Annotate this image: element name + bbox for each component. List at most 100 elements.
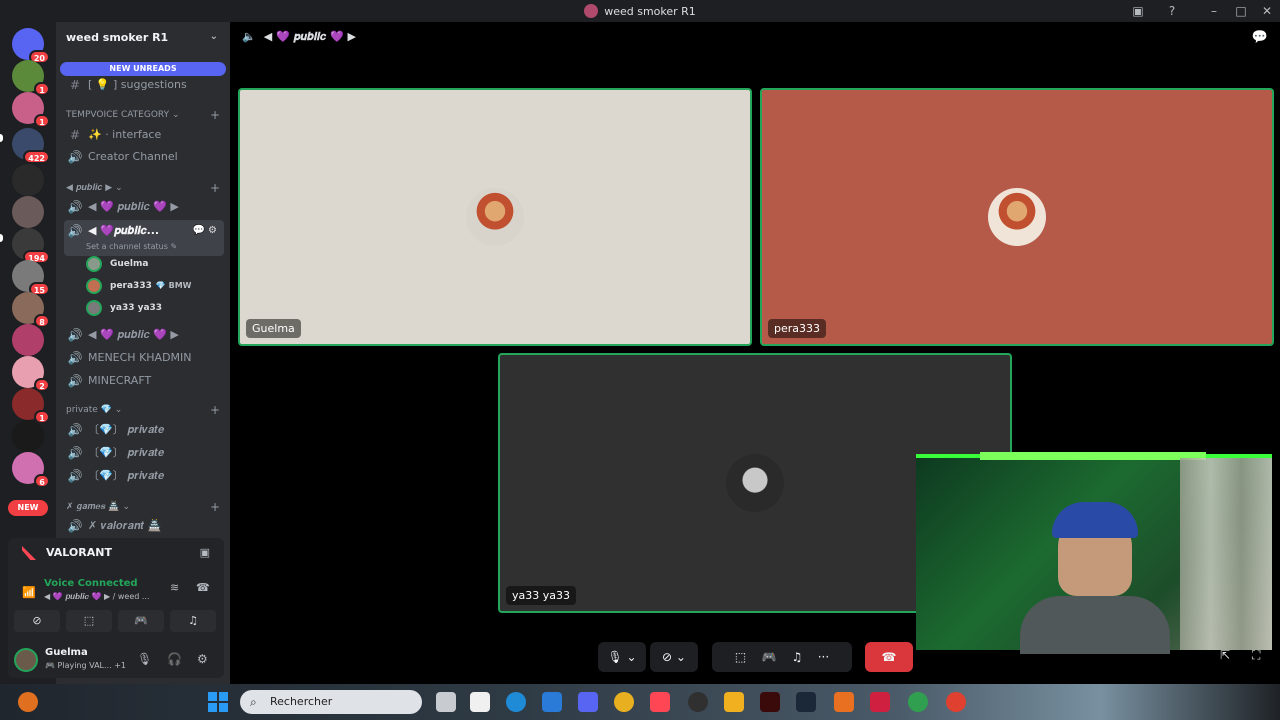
new-badge[interactable]: NEW — [8, 500, 48, 516]
category-public[interactable]: ◀ 𝒑𝒖𝒃𝒍𝒊𝒄 ▶ ⌄ + — [66, 180, 222, 196]
voice-channel-private[interactable]: 🔊 〔💎〕 𝒑𝒓𝒊𝒗𝒂𝒕𝒆 — [64, 465, 224, 487]
discord-icon[interactable] — [578, 692, 598, 712]
chrome-icon[interactable] — [908, 692, 928, 712]
channel-tools[interactable]: 💬⚙ — [193, 220, 220, 242]
voice-channel-active[interactable]: 🔊 ◀ 💜𝒑𝒖𝒃𝒍𝒊𝒄... Set a channel status ✎ 💬⚙ — [64, 220, 224, 256]
add-channel-icon[interactable]: + — [210, 499, 220, 515]
start-icon[interactable] — [208, 692, 228, 712]
soundboard-button[interactable]: ♫ — [170, 610, 216, 632]
screen-share-button[interactable]: ⬚ — [66, 610, 112, 632]
steam-icon[interactable] — [796, 692, 816, 712]
category-games[interactable]: ✗ 𝒈𝒂𝒎𝒆𝒔 🏯 ⌄ + — [66, 499, 222, 515]
channel-label: ✗ 𝒗𝒂𝒍𝒐𝒓𝒂𝒏𝒕 🏯 — [88, 519, 162, 532]
folder-icon[interactable] — [724, 692, 744, 712]
close-icon[interactable]: ✕ — [1259, 3, 1275, 19]
popout-icon[interactable]: ⇱ — [1220, 648, 1230, 662]
screen-share-icon[interactable]: ⬚ — [735, 650, 746, 664]
activity-panel[interactable]: VALORANT ▣ — [8, 538, 224, 568]
channel-suggestions[interactable]: # [ 💡 ] suggestions — [64, 74, 224, 96]
app-icon[interactable] — [834, 692, 854, 712]
server-icon[interactable]: 1 — [12, 60, 50, 96]
channel-creator[interactable]: 🔊 Creator Channel — [64, 146, 224, 168]
voice-channel-private[interactable]: 🔊 〔💎〕 𝒑𝒓𝒊𝒗𝒂𝒕𝒆 — [64, 442, 224, 464]
participant-tile-pera333[interactable]: pera333 — [760, 88, 1274, 346]
server-icon[interactable]: 8 — [12, 292, 50, 328]
signal-icon[interactable]: 📶 — [22, 586, 36, 599]
server-icon[interactable]: 194 — [12, 228, 50, 264]
server-icon[interactable]: 422 — [12, 128, 50, 164]
guild-header[interactable]: weed smoker R1 ⌄ — [56, 22, 230, 54]
weather-icon[interactable] — [18, 692, 38, 712]
fullscreen-icon[interactable]: ⛶ — [1252, 648, 1260, 663]
server-icon[interactable]: 6 — [12, 452, 50, 488]
category-private[interactable]: private 💎 ⌄ + — [66, 402, 222, 418]
voice-channel[interactable]: 🔊 MENECH KHADMIN — [64, 347, 224, 369]
mic-icon[interactable]: 🎙 — [137, 652, 152, 666]
avatar — [726, 454, 784, 512]
server-icon[interactable]: 1 — [12, 92, 50, 128]
member-name: Guelma — [110, 259, 149, 269]
camera-button[interactable]: ⊘ ⌄ — [650, 642, 698, 672]
voice-channel-valorant[interactable]: 🔊 ✗ 𝒗𝒂𝒍𝒐𝒓𝒂𝒏𝒕 🏯 — [64, 515, 224, 537]
voice-channel[interactable]: 🔊 ◀ 💜 𝒑𝒖𝒃𝒍𝒊𝒄 💜 ▶ — [64, 324, 224, 346]
edge-icon[interactable] — [506, 692, 526, 712]
chrome-icon[interactable] — [946, 692, 966, 712]
camera-off-button[interactable]: ⊘ — [14, 610, 60, 632]
server-icon[interactable] — [12, 164, 44, 196]
mute-button[interactable]: 🎙 ⌄ — [598, 642, 646, 672]
add-channel-icon[interactable]: + — [210, 180, 220, 196]
noise-suppression-icon[interactable]: ≋ — [170, 581, 179, 594]
server-icon[interactable]: 1 — [12, 388, 50, 424]
voice-channel-public[interactable]: 🔊 ◀ 💜 𝒑𝒖𝒃𝒍𝒊𝒄 💜 ▶ — [64, 196, 224, 218]
speaker-icon: 🔊 — [67, 423, 83, 437]
server-icon[interactable] — [12, 420, 44, 452]
app-icon[interactable] — [870, 692, 890, 712]
voice-channel[interactable]: 🔊 MINECRAFT — [64, 370, 224, 392]
task-view-icon[interactable] — [436, 692, 456, 712]
category-tempvoice[interactable]: TEMPVOICE CATEGORY ⌄ + — [66, 107, 222, 123]
leave-call-button[interactable]: ☎ — [865, 642, 913, 672]
activity-icon[interactable]: 🎮 — [761, 650, 776, 664]
store-icon[interactable] — [542, 692, 562, 712]
user-name[interactable]: Guelma — [45, 647, 88, 658]
notepad-icon[interactable] — [470, 692, 490, 712]
valorant-taskbar-icon[interactable] — [650, 692, 670, 712]
settings-gear-icon[interactable]: ⚙ — [197, 652, 208, 666]
add-channel-icon[interactable]: + — [210, 402, 220, 418]
home-button[interactable]: 20 — [12, 28, 50, 64]
minimize-icon[interactable]: – — [1206, 3, 1222, 19]
soundboard-icon[interactable]: ♫ — [792, 650, 803, 664]
channel-interface[interactable]: # ✨ · interface — [64, 124, 224, 146]
illustrator-icon[interactable] — [760, 692, 780, 712]
inbox-icon[interactable]: ▣ — [1130, 3, 1146, 19]
voice-member[interactable]: Guelma — [86, 254, 226, 274]
disconnect-icon[interactable]: ☎ — [196, 581, 210, 594]
voice-status[interactable]: Voice Connected — [44, 578, 138, 589]
participant-name: ya33 ya33 — [506, 586, 576, 605]
server-icon[interactable]: 15 — [12, 260, 50, 296]
maximize-icon[interactable]: □ — [1233, 3, 1249, 19]
voice-member[interactable]: pera333 💎 BMW — [86, 276, 226, 296]
participant-tile-guelma[interactable]: Guelma — [238, 88, 752, 346]
more-icon[interactable]: ··· — [818, 650, 829, 664]
server-icon[interactable]: 2 — [12, 356, 50, 392]
server-icon[interactable] — [12, 324, 44, 356]
activity-settings-icon[interactable]: ▣ — [200, 546, 210, 559]
voice-member[interactable]: ya33 ya33 — [86, 298, 226, 318]
taskbar-search[interactable]: ⌕ Rechercher — [240, 690, 422, 714]
voice-channel-private[interactable]: 🔊 〔💎〕 𝒑𝒓𝒊𝒗𝒂𝒕𝒆 — [64, 419, 224, 441]
avatar[interactable] — [14, 648, 38, 672]
activity-button[interactable]: 🎮 — [118, 610, 164, 632]
unread-badge: 422 — [23, 150, 50, 164]
avatar — [466, 188, 524, 246]
headphones-icon[interactable]: 🎧 — [167, 652, 182, 666]
server-icon[interactable] — [12, 196, 44, 228]
add-channel-icon[interactable]: + — [210, 107, 220, 123]
channel-status[interactable]: Set a channel status ✎ — [86, 236, 177, 256]
obs-icon[interactable] — [688, 692, 708, 712]
voice-channel-path[interactable]: ◀ 💜 𝒑𝒖𝒃𝒍𝒊𝒄 💜 ▶ / weed ... — [44, 592, 150, 602]
chrome-icon[interactable] — [614, 692, 634, 712]
chat-icon[interactable]: 💬 — [1252, 30, 1268, 45]
call-actions-group: ⬚ 🎮 ♫ ··· — [712, 642, 852, 672]
help-icon[interactable]: ? — [1164, 3, 1180, 19]
